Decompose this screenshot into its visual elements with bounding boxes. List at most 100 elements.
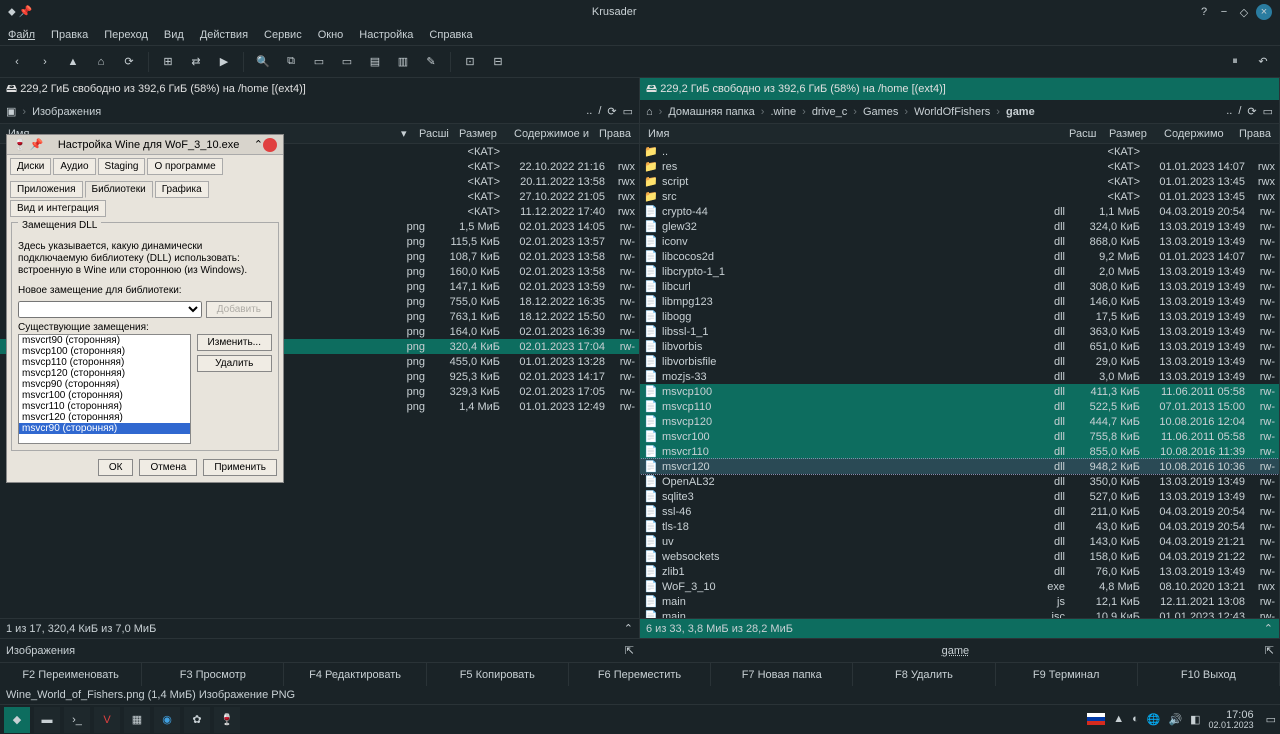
tray-peek-icon[interactable]: ▭ xyxy=(1266,713,1276,726)
right-status-arrow-icon[interactable]: ⌃ xyxy=(1264,622,1273,635)
forward-icon[interactable]: › xyxy=(36,53,54,71)
override-item[interactable]: msvcp100 (сторонняя) xyxy=(19,346,190,357)
help-button[interactable]: ? xyxy=(1196,4,1212,20)
right-diskbar[interactable]: 🖴 229,2 ГиБ свободно из 392,6 ГиБ (58%) … xyxy=(640,78,1279,100)
file-row[interactable]: 📄libssl-1_1dll363,0 КиБ13.03.2019 13:49r… xyxy=(640,324,1279,339)
f4-edit[interactable]: F4 Редактировать xyxy=(284,663,426,686)
swap-icon[interactable]: ⇄ xyxy=(187,53,205,71)
dialog-close-button[interactable] xyxy=(263,138,277,152)
f7-mkdir[interactable]: F7 Новая папка xyxy=(711,663,853,686)
crumb-wof[interactable]: WorldOfFishers xyxy=(914,106,990,118)
f5-copy[interactable]: F5 Копировать xyxy=(427,663,569,686)
f3-view[interactable]: F3 Просмотр xyxy=(142,663,284,686)
file-row[interactable]: 📄tls-18dll43,0 КиБ04.03.2019 20:54rw- xyxy=(640,519,1279,534)
menu-file[interactable]: Файл xyxy=(8,29,35,41)
file-row[interactable]: 📄mainjs12,1 КиБ12.11.2021 13:08rw- xyxy=(640,594,1279,609)
col-ext[interactable]: Расшi xyxy=(415,128,455,140)
tab-about[interactable]: О программе xyxy=(147,158,222,175)
left-status-arrow-icon[interactable]: ⌃ xyxy=(624,622,633,635)
add-button[interactable]: Добавить xyxy=(206,301,272,318)
menu-settings[interactable]: Настройка xyxy=(359,29,413,41)
col-sort-icon[interactable]: ▾ xyxy=(397,127,415,140)
file-row[interactable]: 📄msvcr120dll948,2 КиБ10.08.2016 10:36rw- xyxy=(640,459,1279,474)
menu-help[interactable]: Справка xyxy=(429,29,472,41)
dialog-titlebar[interactable]: 🍷 📌 Настройка Wine для WoF_3_10.exe ⌃ xyxy=(7,135,283,155)
override-item[interactable]: msvcr90 (сторонняя) xyxy=(19,423,190,434)
right-file-list[interactable]: 📁..<КАТ>📁res<КАТ>01.01.2023 14:07rwx📁scr… xyxy=(640,144,1279,618)
file-row[interactable]: 📄msvcp100dll411,3 КиБ11.06.2011 05:58rw- xyxy=(640,384,1279,399)
bc-slash[interactable]: / xyxy=(1238,105,1241,118)
dialog-up-icon[interactable]: ⌃ xyxy=(254,138,263,151)
crumb-home[interactable]: Домашняя папка xyxy=(668,106,754,118)
file-row[interactable]: 📄libcrypto-1_1dll2,0 МиБ13.03.2019 13:49… xyxy=(640,264,1279,279)
file-row[interactable]: 📄zlib1dll76,0 КиБ13.03.2019 13:49rw- xyxy=(640,564,1279,579)
bc-refresh-icon[interactable]: ⟳ xyxy=(1247,105,1256,118)
delete-button[interactable]: Удалить xyxy=(197,355,272,372)
close-button[interactable]: × xyxy=(1256,4,1272,20)
overrides-listbox[interactable]: msvcrt90 (сторонняя)msvcp100 (сторонняя)… xyxy=(18,334,191,444)
cancel-button[interactable]: Отмена xyxy=(139,459,197,476)
tab-desktop[interactable]: Вид и интеграция xyxy=(10,200,106,217)
file-row[interactable]: 📄mozjs-33dll3,0 МиБ13.03.2019 13:49rw- xyxy=(640,369,1279,384)
copy-icon[interactable]: ⧉ xyxy=(282,53,300,71)
tool4-icon[interactable]: ▥ xyxy=(394,53,412,71)
col-perm[interactable]: Права xyxy=(595,128,635,140)
f10-exit[interactable]: F10 Выход xyxy=(1138,663,1280,686)
tool2-icon[interactable]: ▭ xyxy=(338,53,356,71)
back-icon[interactable]: ‹ xyxy=(8,53,26,71)
refresh-icon[interactable]: ⟳ xyxy=(120,53,138,71)
col-size[interactable]: Размер xyxy=(455,128,510,140)
cmd-icon[interactable]: ⇱ xyxy=(625,644,634,657)
file-row[interactable]: 📁res<КАТ>01.01.2023 14:07rwx xyxy=(640,159,1279,174)
tool6-icon[interactable]: ⊡ xyxy=(461,53,479,71)
menu-view[interactable]: Вид xyxy=(164,29,184,41)
file-row[interactable]: 📄libcurldll308,0 КиБ13.03.2019 13:49rw- xyxy=(640,279,1279,294)
file-row[interactable]: 📄libvorbisfiledll29,0 КиБ13.03.2019 13:4… xyxy=(640,354,1279,369)
file-row[interactable]: 📄libmpg123dll146,0 КиБ13.03.2019 13:49rw… xyxy=(640,294,1279,309)
col-ext[interactable]: Расш xyxy=(1065,128,1105,140)
tab-graphics[interactable]: Графика xyxy=(155,181,209,198)
bc-close-icon[interactable]: ▭ xyxy=(1263,105,1273,118)
file-row[interactable]: 📄websocketsdll158,0 КиБ04.03.2019 21:22r… xyxy=(640,549,1279,564)
override-item[interactable]: msvcp90 (сторонняя) xyxy=(19,379,190,390)
edit-button[interactable]: Изменить... xyxy=(197,334,272,351)
crumb-game[interactable]: game xyxy=(1006,106,1035,118)
override-item[interactable]: msvcp120 (сторонняя) xyxy=(19,368,190,379)
override-item[interactable]: msvcr120 (сторонняя) xyxy=(19,412,190,423)
file-row[interactable]: 📄msvcp110dll522,5 КиБ07.01.2013 15:00rw- xyxy=(640,399,1279,414)
ok-button[interactable]: ОК xyxy=(98,459,134,476)
f8-delete[interactable]: F8 Удалить xyxy=(853,663,995,686)
file-row[interactable]: 📁src<КАТ>01.01.2023 13:45rwx xyxy=(640,189,1279,204)
file-row[interactable]: 📄crypto-44dll1,1 МиБ04.03.2019 20:54rw- xyxy=(640,204,1279,219)
file-row[interactable]: 📄msvcp120dll444,7 КиБ10.08.2016 12:04rw- xyxy=(640,414,1279,429)
file-row[interactable]: 📄msvcr110dll855,0 КиБ10.08.2016 11:39rw- xyxy=(640,444,1279,459)
tool1-icon[interactable]: ▭ xyxy=(310,53,328,71)
left-diskbar[interactable]: 🖴 229,2 ГиБ свободно из 392,6 ГиБ (58%) … xyxy=(0,78,639,100)
menu-go[interactable]: Переход xyxy=(104,29,148,41)
tab-staging[interactable]: Staging xyxy=(98,158,146,175)
file-row[interactable]: 📄mainjsc10,9 КиБ01.01.2023 12:43rw- xyxy=(640,609,1279,618)
menu-edit[interactable]: Правка xyxy=(51,29,88,41)
tray-icon[interactable]: ◧ xyxy=(1190,713,1200,726)
tray-volume-icon[interactable]: 🔊 xyxy=(1168,713,1182,726)
tray-icon[interactable]: ◐ xyxy=(1132,713,1139,725)
cmd-icon[interactable]: ⇱ xyxy=(1265,644,1274,657)
file-row[interactable]: 📄OpenAL32dll350,0 КиБ13.03.2019 13:49rw- xyxy=(640,474,1279,489)
tray-flag-icon[interactable] xyxy=(1087,713,1105,725)
tool7-icon[interactable]: ⊟ xyxy=(489,53,507,71)
col-content[interactable]: Содержимое и xyxy=(510,128,595,140)
bc-slash[interactable]: / xyxy=(598,105,601,118)
f2-rename[interactable]: F2 Переименовать xyxy=(0,663,142,686)
crumb-images[interactable]: Изображения xyxy=(32,106,101,118)
f6-move[interactable]: F6 Переместить xyxy=(569,663,711,686)
override-item[interactable]: msvcr110 (сторонняя) xyxy=(19,401,190,412)
up-icon[interactable]: ▲ xyxy=(64,53,82,71)
crumb-wine[interactable]: .wine xyxy=(770,106,796,118)
file-row[interactable]: 📄glew32dll324,0 КиБ13.03.2019 13:49rw- xyxy=(640,219,1279,234)
file-row[interactable]: 📄sqlite3dll527,0 КиБ13.03.2019 13:49rw- xyxy=(640,489,1279,504)
tab-libraries[interactable]: Библиотеки xyxy=(85,181,153,198)
undo-icon[interactable]: ↶ xyxy=(1254,53,1272,71)
bc-refresh-icon[interactable]: ⟳ xyxy=(607,105,616,118)
tray-icon[interactable]: ▲ xyxy=(1113,713,1124,725)
tool5-icon[interactable]: ✎ xyxy=(422,53,440,71)
